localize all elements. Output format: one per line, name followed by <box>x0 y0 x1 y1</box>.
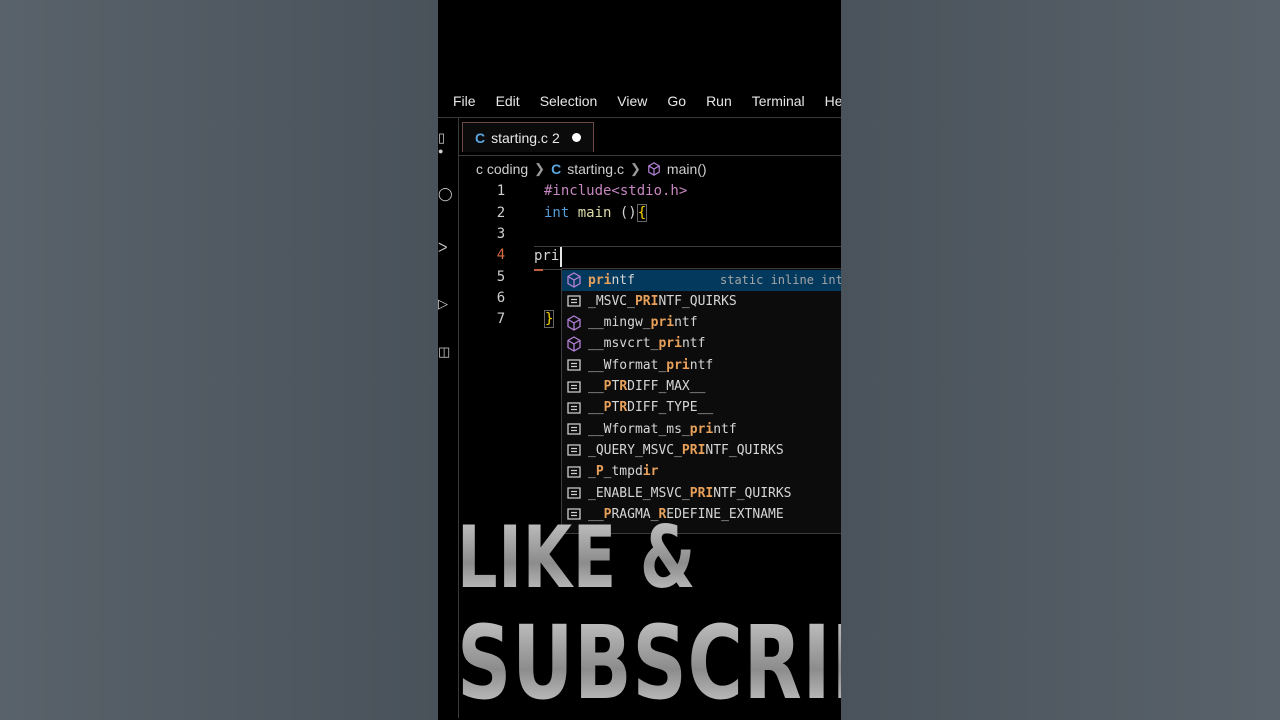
code-line-close: } <box>544 310 555 328</box>
unsaved-dot-icon[interactable] <box>571 133 581 142</box>
line-number-active: 4 <box>496 247 506 263</box>
video-frame: File Edit Selection View Go Run Terminal… <box>438 0 841 720</box>
run-debug-icon[interactable]: ▷ <box>438 296 448 312</box>
constant-icon <box>567 295 581 307</box>
c-language-icon: C <box>551 161 562 177</box>
search-icon[interactable]: ◯ <box>438 186 453 202</box>
function-main: main <box>577 205 612 221</box>
suggestion-label: __Wformat_ms_printf <box>588 421 737 437</box>
chevron-right-icon: ❯ <box>534 161 546 176</box>
badge-icon: ● <box>438 146 444 156</box>
line-number: 3 <box>496 226 506 242</box>
parens: () <box>611 205 637 221</box>
suggest-widget: printf static inline int _MSVC_PRINTF_QUIR… <box>561 268 841 534</box>
menu-edit[interactable]: Edit <box>486 93 530 109</box>
suggestion-item[interactable]: _MSVC_PRINTF_QUIRKS <box>562 291 841 312</box>
line-number: 7 <box>496 311 506 327</box>
code-line-main: int main (){ <box>544 204 648 222</box>
suggestion-label: _MSVC_PRINTF_QUIRKS <box>588 293 737 309</box>
suggestion-item[interactable]: __PTRDIFF_TYPE__ <box>562 397 841 418</box>
suggestion-label: _P_tmpdir <box>588 464 659 480</box>
tab-problem-count: 2 <box>551 129 560 146</box>
source-control-icon[interactable]: ᐳ <box>438 240 447 256</box>
suggestion-label: __PTRDIFF_MAX__ <box>588 379 706 394</box>
extensions-icon[interactable]: ◫ <box>438 344 450 360</box>
constant-icon <box>567 487 581 499</box>
open-brace: { <box>636 204 648 222</box>
suggestion-item-selected[interactable]: printf static inline int <box>562 269 841 291</box>
activity-bar: ▯ ● ◯ ᐳ ▷ ◫ <box>438 118 458 718</box>
suggestion-label: printf <box>588 272 635 288</box>
blurred-background-left <box>0 0 438 720</box>
suggestion-label: __msvcrt_printf <box>588 336 706 352</box>
menu-divider <box>438 117 841 118</box>
constant-icon <box>567 466 581 478</box>
suggestion-label: _QUERY_MSVC_PRINTF_QUIRKS <box>588 442 784 458</box>
menu-bar: File Edit Selection View Go Run Terminal… <box>438 88 841 114</box>
suggestion-item[interactable]: _QUERY_MSVC_PRINTF_QUIRKS <box>562 440 841 461</box>
constant-icon <box>567 402 581 414</box>
method-cube-icon <box>567 314 581 331</box>
suggestion-item[interactable]: __PTRDIFF_MAX__ <box>562 376 841 397</box>
error-squiggle <box>534 266 543 271</box>
breadcrumb-file[interactable]: starting.c <box>567 161 624 177</box>
method-cube-icon <box>567 272 581 288</box>
blurred-background-right <box>841 0 1280 720</box>
suggestion-detail: static inline int <box>720 273 841 287</box>
c-language-icon: C <box>475 129 486 146</box>
suggestion-item[interactable]: _ENABLE_MSVC_PRINTF_QUIRKS <box>562 483 841 504</box>
chevron-right-icon: ❯ <box>630 161 641 176</box>
current-line-highlight <box>534 246 841 270</box>
tab-filename: starting.c <box>491 129 548 146</box>
suggestion-label: __PTRDIFF_TYPE__ <box>588 400 714 416</box>
menu-view[interactable]: View <box>607 93 657 109</box>
line-number: 6 <box>496 290 506 306</box>
suggestion-item[interactable]: __Wformat_ms_printf <box>562 419 841 440</box>
line-number: 1 <box>496 183 506 199</box>
menu-selection[interactable]: Selection <box>530 93 608 109</box>
constant-icon <box>567 359 581 371</box>
breadcrumb-symbol[interactable]: main() <box>667 161 707 177</box>
line-number: 5 <box>496 269 506 285</box>
constant-icon <box>567 444 581 457</box>
constant-icon <box>567 423 581 435</box>
text-cursor <box>560 247 562 267</box>
line-number: 2 <box>496 205 506 221</box>
code-line-include: #include<stdio.h> <box>544 183 688 199</box>
method-cube-icon <box>567 336 581 352</box>
suggestion-item[interactable]: _P_tmpdir <box>562 461 841 482</box>
suggestion-item[interactable]: __msvcrt_printf <box>562 333 841 354</box>
close-brace: } <box>544 310 555 328</box>
overlay-like-text: LIKE & <box>457 508 697 608</box>
tab-starting-c[interactable]: C starting.c 2 <box>462 122 594 152</box>
tab-divider <box>458 155 841 156</box>
breadcrumb: c coding ❯ C starting.c ❯ main() <box>476 159 707 179</box>
suggestion-item[interactable]: __mingw_printf <box>562 312 841 333</box>
typed-text: pri <box>534 248 560 264</box>
menu-file[interactable]: File <box>438 93 486 109</box>
overlay-subscribe-text: SUBSCRIBE <box>457 604 841 720</box>
menu-terminal[interactable]: Terminal <box>742 93 815 109</box>
menu-run[interactable]: Run <box>696 93 742 109</box>
method-cube-icon <box>648 162 660 176</box>
constant-icon <box>567 380 581 393</box>
suggestion-label: __Wformat_printf <box>588 357 714 373</box>
menu-help[interactable]: Help <box>815 93 841 109</box>
explorer-icon[interactable]: ▯ <box>438 130 445 146</box>
breadcrumb-folder[interactable]: c coding <box>476 161 528 177</box>
suggestion-label: __mingw_printf <box>588 315 698 331</box>
suggestion-label: _ENABLE_MSVC_PRINTF_QUIRKS <box>588 485 792 501</box>
keyword-int: int <box>544 205 570 221</box>
suggestion-item[interactable]: __Wformat_printf <box>562 355 841 376</box>
menu-go[interactable]: Go <box>657 93 696 109</box>
